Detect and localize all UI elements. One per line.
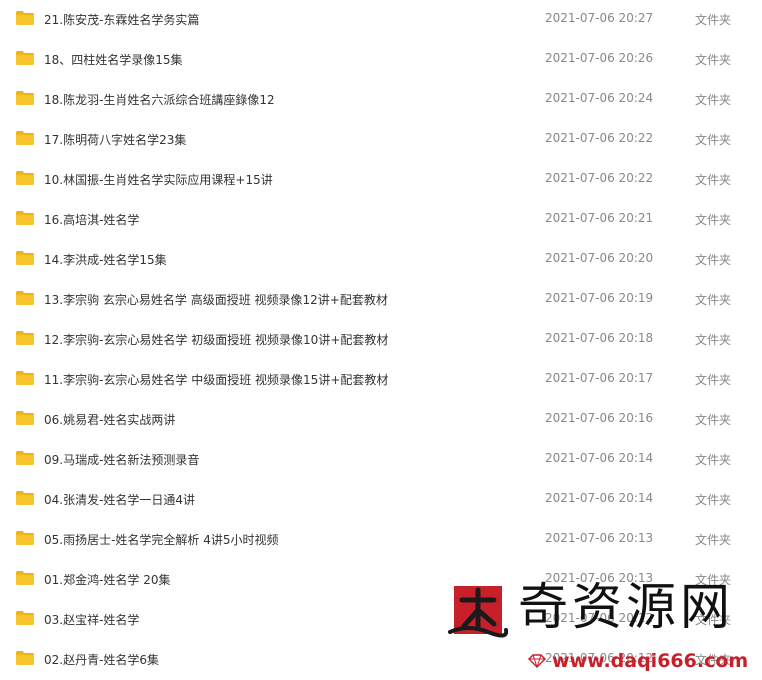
- modified-date: 2021-07-06 20:20: [545, 251, 654, 265]
- folder-icon: [16, 531, 34, 545]
- file-type: 文件夹: [695, 413, 732, 427]
- watermark-title: 奇资源网: [518, 578, 734, 636]
- file-name[interactable]: 12.李宗驹-玄宗心易姓名学 初级面授班 视频录像10讲+配套教材: [44, 331, 388, 348]
- modified-date: 2021-07-06 20:13: [545, 531, 654, 545]
- file-row[interactable]: 17.陈明荷八字姓名学23集 2021-07-06 20:22 文件夹: [0, 120, 762, 160]
- modified-date: 2021-07-06 20:26: [545, 51, 654, 65]
- file-name[interactable]: 01.郑金鸿-姓名学 20集: [44, 571, 171, 588]
- file-type: 文件夹: [695, 333, 732, 347]
- file-type: 文件夹: [695, 253, 732, 267]
- folder-icon: [16, 571, 34, 585]
- modified-date: 2021-07-06 20:18: [545, 331, 654, 345]
- modified-date: 2021-07-06 20:14: [545, 451, 654, 465]
- file-type: 文件夹: [695, 493, 732, 507]
- file-row[interactable]: 06.姚易君-姓名实战两讲 2021-07-06 20:16 文件夹: [0, 400, 762, 440]
- file-name[interactable]: 02.赵丹青-姓名学6集: [44, 651, 159, 668]
- modified-date: 2021-07-06 20:19: [545, 291, 654, 305]
- file-row[interactable]: 16.高培淇-姓名学 2021-07-06 20:21 文件夹: [0, 200, 762, 240]
- file-row[interactable]: 14.李洪成-姓名学15集 2021-07-06 20:20 文件夹: [0, 240, 762, 280]
- file-type: 文件夹: [695, 453, 732, 467]
- folder-icon: [16, 451, 34, 465]
- folder-icon: [16, 331, 34, 345]
- file-row[interactable]: 21.陈安茂-东霖姓名学务实篇 2021-07-06 20:27 文件夹: [0, 0, 762, 40]
- folder-icon: [16, 171, 34, 185]
- watermark-url: www.daqi666.com: [552, 650, 749, 672]
- file-name[interactable]: 03.赵宝祥-姓名学: [44, 611, 139, 628]
- file-name[interactable]: 17.陈明荷八字姓名学23集: [44, 131, 186, 148]
- file-name[interactable]: 21.陈安茂-东霖姓名学务实篇: [44, 11, 199, 28]
- file-row[interactable]: 11.李宗驹-玄宗心易姓名学 中级面授班 视频录像15讲+配套教材 2021-07…: [0, 360, 762, 400]
- modified-date: 2021-07-06 20:24: [545, 91, 654, 105]
- file-name[interactable]: 09.马瑞成-姓名新法预测录音: [44, 451, 199, 468]
- file-type: 文件夹: [695, 13, 732, 27]
- file-name[interactable]: 16.高培淇-姓名学: [44, 211, 139, 228]
- file-row[interactable]: 10.林国振-生肖姓名学实际应用课程+15讲 2021-07-06 20:22 文件…: [0, 160, 762, 200]
- file-name[interactable]: 06.姚易君-姓名实战两讲: [44, 411, 175, 428]
- file-row[interactable]: 12.李宗驹-玄宗心易姓名学 初级面授班 视频录像10讲+配套教材 2021-07…: [0, 320, 762, 360]
- file-name[interactable]: 13.李宗驹 玄宗心易姓名学 高级面授班 视频录像12讲+配套教材: [44, 291, 388, 308]
- folder-icon: [16, 51, 34, 65]
- file-row[interactable]: 05.雨扬居士-姓名学完全解析 4讲5小时视频 2021-07-06 20:13 文…: [0, 520, 762, 560]
- file-name[interactable]: 04.张清发-姓名学一日通4讲: [44, 491, 195, 508]
- folder-icon: [16, 251, 34, 265]
- modified-date: 2021-07-06 20:16: [545, 411, 654, 425]
- file-row[interactable]: 18.陈龙羽-生肖姓名六派综合班講座錄像12 2021-07-06 20:24 文件…: [0, 80, 762, 120]
- file-type: 文件夹: [695, 173, 732, 187]
- file-name[interactable]: 18、四柱姓名学录像15集: [44, 51, 183, 68]
- file-row[interactable]: 04.张清发-姓名学一日通4讲 2021-07-06 20:14 文件夹: [0, 480, 762, 520]
- file-name[interactable]: 14.李洪成-姓名学15集: [44, 251, 167, 268]
- file-list: 21.陈安茂-东霖姓名学务实篇 2021-07-06 20:27 文件夹 18、四柱姓…: [0, 0, 762, 676]
- file-type: 文件夹: [695, 53, 732, 67]
- folder-icon: [16, 491, 34, 505]
- file-type: 文件夹: [695, 373, 732, 387]
- file-type: 文件夹: [695, 213, 732, 227]
- folder-icon: [16, 91, 34, 105]
- modified-date: 2021-07-06 20:22: [545, 131, 654, 145]
- gem-icon: [528, 654, 546, 668]
- file-name[interactable]: 10.林国振-生肖姓名学实际应用课程+15讲: [44, 171, 273, 188]
- file-type: 文件夹: [695, 293, 732, 307]
- modified-date: 2021-07-06 20:22: [545, 171, 654, 185]
- folder-icon: [16, 651, 34, 665]
- modified-date: 2021-07-06 20:14: [545, 491, 654, 505]
- file-type: 文件夹: [695, 533, 732, 547]
- file-row[interactable]: 09.马瑞成-姓名新法预测录音 2021-07-06 20:14 文件夹: [0, 440, 762, 480]
- folder-icon: [16, 11, 34, 25]
- folder-icon: [16, 291, 34, 305]
- folder-icon: [16, 411, 34, 425]
- folder-icon: [16, 211, 34, 225]
- folder-icon: [16, 611, 34, 625]
- file-type: 文件夹: [695, 133, 732, 147]
- file-type: 文件夹: [695, 93, 732, 107]
- file-name[interactable]: 18.陈龙羽-生肖姓名六派综合班講座錄像12: [44, 91, 275, 108]
- file-name[interactable]: 05.雨扬居士-姓名学完全解析 4讲5小时视频: [44, 531, 279, 548]
- folder-icon: [16, 131, 34, 145]
- file-row[interactable]: 18、四柱姓名学录像15集 2021-07-06 20:26 文件夹: [0, 40, 762, 80]
- file-name[interactable]: 11.李宗驹-玄宗心易姓名学 中级面授班 视频录像15讲+配套教材: [44, 371, 388, 388]
- modified-date: 2021-07-06 20:21: [545, 211, 654, 225]
- watermark: 奇资源网 www.daqi666.com: [448, 576, 762, 676]
- modified-date: 2021-07-06 20:17: [545, 371, 654, 385]
- daqi-logo-icon: [448, 586, 508, 638]
- modified-date: 2021-07-06 20:27: [545, 11, 654, 25]
- folder-icon: [16, 371, 34, 385]
- file-row[interactable]: 13.李宗驹 玄宗心易姓名学 高级面授班 视频录像12讲+配套教材 2021-07…: [0, 280, 762, 320]
